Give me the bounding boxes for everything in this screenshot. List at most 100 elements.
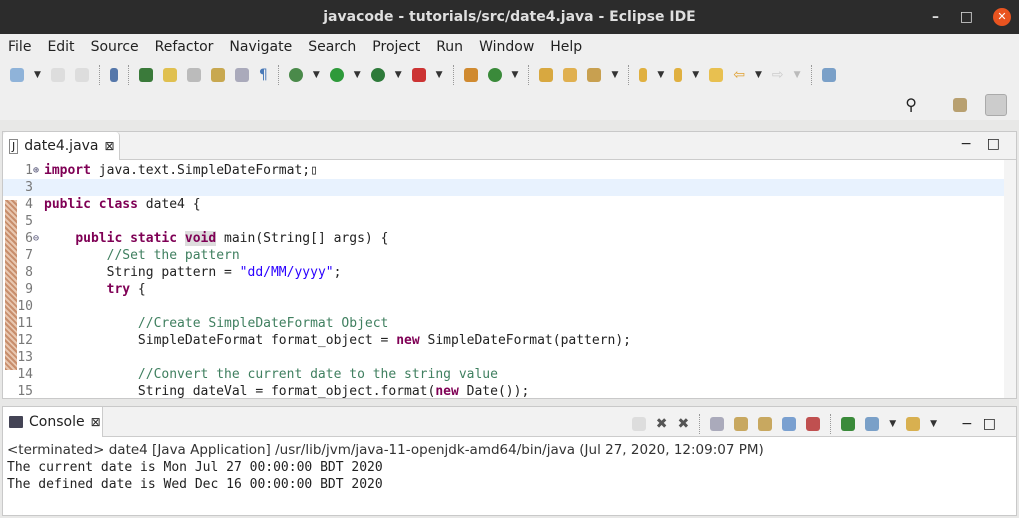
next-annotation-icon[interactable] (639, 68, 648, 82)
menu-navigate[interactable]: Navigate (229, 39, 292, 55)
close-tab-icon[interactable]: ⊠ (105, 139, 115, 153)
code-line: 7 //Set the pattern (3, 247, 1004, 264)
vertical-scrollbar[interactable] (1004, 160, 1016, 398)
save-all-icon[interactable] (74, 68, 89, 82)
display-console-icon[interactable] (865, 417, 880, 431)
code-text: //Set the pattern (106, 248, 240, 263)
search-tool-icon[interactable] (587, 68, 602, 82)
menu-project[interactable]: Project (372, 39, 420, 55)
forward-icon[interactable]: ⇨ (772, 67, 784, 83)
tab-date4-java[interactable]: J date4.java ⊠ (3, 132, 120, 160)
remove-launch-icon[interactable]: ✖ (656, 416, 668, 432)
open-task-icon[interactable] (563, 68, 578, 82)
menu-help[interactable]: Help (550, 39, 582, 55)
line-number: 12 (17, 333, 33, 348)
perspective-toolbar: ⚲ (0, 90, 1019, 120)
new-class-icon[interactable] (487, 68, 502, 82)
line-number: 4 (25, 197, 33, 212)
code-text: //Create SimpleDateFormat Object (137, 316, 389, 331)
terminate-icon[interactable] (631, 417, 646, 431)
code-line: 11 //Create SimpleDateFormat Object (3, 315, 1004, 332)
line-number: 5 (25, 214, 33, 229)
open-type-icon[interactable] (138, 68, 153, 82)
pilcrow-icon[interactable]: ¶ (259, 67, 268, 83)
search-icon[interactable]: ⚲ (905, 95, 917, 114)
coverage-icon[interactable] (370, 68, 385, 82)
console-icon (9, 416, 23, 428)
pin-editor-icon[interactable] (821, 68, 836, 82)
chevron-down-icon[interactable]: ▼ (794, 70, 801, 80)
menu-refactor[interactable]: Refactor (155, 39, 214, 55)
code-text: public class date4 { (44, 197, 201, 212)
clear-console-icon[interactable] (710, 417, 725, 431)
menu-window[interactable]: Window (479, 39, 534, 55)
pin-console-icon[interactable] (841, 417, 856, 431)
debug-icon[interactable] (288, 68, 303, 82)
chevron-down-icon[interactable]: ▼ (889, 419, 896, 429)
maximize-button[interactable]: □ (960, 0, 973, 34)
chevron-down-icon[interactable]: ▼ (313, 70, 320, 80)
block-selection-icon[interactable] (186, 68, 201, 82)
close-button[interactable]: ✕ (993, 8, 1011, 26)
code-editor[interactable]: 1 ⊕ import java.text.SimpleDateFormat;▯ 3 4 p… (3, 162, 1004, 398)
menu-edit[interactable]: Edit (47, 39, 74, 55)
new-icon[interactable] (10, 68, 24, 82)
minimize-view-icon[interactable]: − (960, 136, 972, 152)
chevron-down-icon[interactable]: ▼ (692, 70, 699, 80)
minimize-view-icon[interactable]: − (961, 416, 973, 432)
maximize-view-icon[interactable]: □ (987, 136, 1000, 152)
chevron-down-icon[interactable]: ▼ (512, 70, 519, 80)
close-tab-icon[interactable]: ⊠ (91, 415, 101, 429)
open-perspective-icon[interactable] (953, 98, 967, 112)
scroll-lock-icon[interactable] (734, 417, 749, 431)
collapse-fold-icon[interactable]: ⊖ (33, 230, 39, 247)
separator (452, 65, 454, 85)
separator (127, 65, 129, 85)
word-wrap-icon[interactable] (758, 417, 773, 431)
new-package-icon[interactable] (463, 68, 478, 82)
code-line: 1 ⊕ import java.text.SimpleDateFormat;▯ (3, 162, 1004, 179)
save-icon[interactable] (50, 68, 65, 82)
chevron-down-icon[interactable]: ▼ (930, 419, 937, 429)
chevron-down-icon[interactable]: ▼ (657, 70, 664, 80)
chevron-down-icon[interactable]: ▼ (354, 70, 361, 80)
code-text: import java.text.SimpleDateFormat;▯ (44, 163, 318, 178)
open-console-icon[interactable] (906, 417, 921, 431)
menu-bar: File Edit Source Refactor Navigate Search Proj… (0, 34, 1019, 60)
line-number: 7 (25, 248, 33, 263)
separator (830, 414, 832, 434)
last-edit-icon[interactable] (709, 68, 724, 82)
menu-search[interactable]: Search (308, 39, 356, 55)
menu-file[interactable]: File (8, 39, 31, 55)
chevron-down-icon[interactable]: ▼ (395, 70, 402, 80)
tab-console[interactable]: Console ⊠ (3, 407, 103, 437)
open-type-folder-icon[interactable] (539, 68, 554, 82)
back-icon[interactable]: ⇦ (733, 67, 745, 83)
maximize-view-icon[interactable]: □ (983, 416, 996, 432)
code-text: public static void main(String[] args) { (75, 231, 389, 246)
show-on-stdout-icon[interactable] (782, 417, 797, 431)
code-text: try { (106, 282, 146, 297)
remove-all-icon[interactable]: ✖ (677, 416, 689, 432)
show-on-stderr-icon[interactable] (806, 417, 821, 431)
console-toolbar: ✖ ✖ ▼ ▼ − □ (631, 414, 996, 434)
prev-annotation-icon[interactable] (674, 68, 683, 82)
show-whitespace-icon[interactable] (234, 68, 249, 82)
expand-fold-icon[interactable]: ⊕ (33, 162, 39, 179)
external-tools-icon[interactable] (411, 68, 426, 82)
run-icon[interactable] (329, 68, 344, 82)
menu-run[interactable]: Run (436, 39, 463, 55)
code-line: 6 ⊖ public static void main(String[] args… (3, 230, 1004, 247)
line-number: 1 (25, 163, 33, 178)
chevron-down-icon[interactable]: ▼ (436, 70, 443, 80)
java-perspective-icon[interactable] (985, 94, 1007, 116)
minimize-button[interactable]: – (932, 0, 939, 34)
next-annotation-icon[interactable] (210, 68, 225, 82)
mark-occurrences-icon[interactable] (162, 68, 177, 82)
menu-source[interactable]: Source (91, 39, 139, 55)
chevron-down-icon[interactable]: ▼ (755, 70, 762, 80)
title-bar: javacode - tutorials/src/date4.java - Ec… (0, 0, 1019, 34)
chevron-down-icon[interactable]: ▼ (34, 70, 41, 80)
skip-breakpoints-icon[interactable] (109, 68, 118, 82)
chevron-down-icon[interactable]: ▼ (611, 70, 618, 80)
